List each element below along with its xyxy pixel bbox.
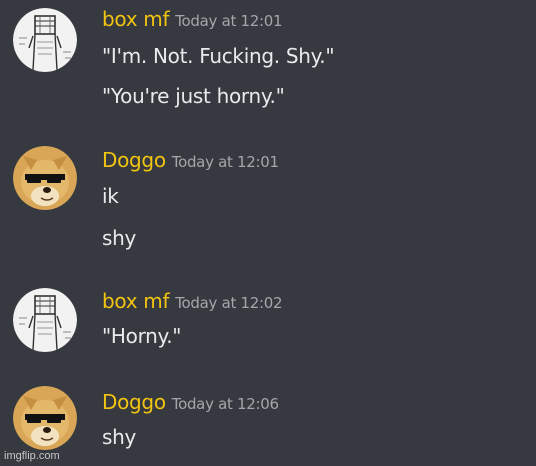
- username[interactable]: Doggo: [102, 148, 166, 172]
- timestamp: Today at 12:01: [175, 12, 283, 30]
- box-mf-avatar-icon[interactable]: [13, 8, 77, 72]
- message-text: "You're just horny.": [102, 84, 285, 108]
- username[interactable]: box mf: [102, 7, 170, 31]
- message-header: box mf Today at 12:01: [102, 7, 283, 31]
- doggo-avatar-icon[interactable]: [13, 146, 77, 210]
- timestamp: Today at 12:02: [175, 294, 283, 312]
- doggo-avatar-icon[interactable]: [13, 386, 77, 450]
- message-text: shy: [102, 226, 137, 250]
- message-header: Doggo Today at 12:06: [102, 390, 279, 414]
- username[interactable]: box mf: [102, 289, 170, 313]
- message-header: box mf Today at 12:02: [102, 289, 283, 313]
- imgflip-watermark: imgflip.com: [4, 450, 60, 462]
- timestamp: Today at 12:06: [171, 395, 279, 413]
- message-header: Doggo Today at 12:01: [102, 148, 279, 172]
- message-text: shy: [102, 425, 137, 449]
- message-text: "I'm. Not. Fucking. Shy.": [102, 44, 335, 68]
- username[interactable]: Doggo: [102, 390, 166, 414]
- timestamp: Today at 12:01: [171, 153, 279, 171]
- box-mf-avatar-icon[interactable]: [13, 288, 77, 352]
- message-text: "Horny.": [102, 324, 182, 348]
- message-text: ik: [102, 184, 119, 208]
